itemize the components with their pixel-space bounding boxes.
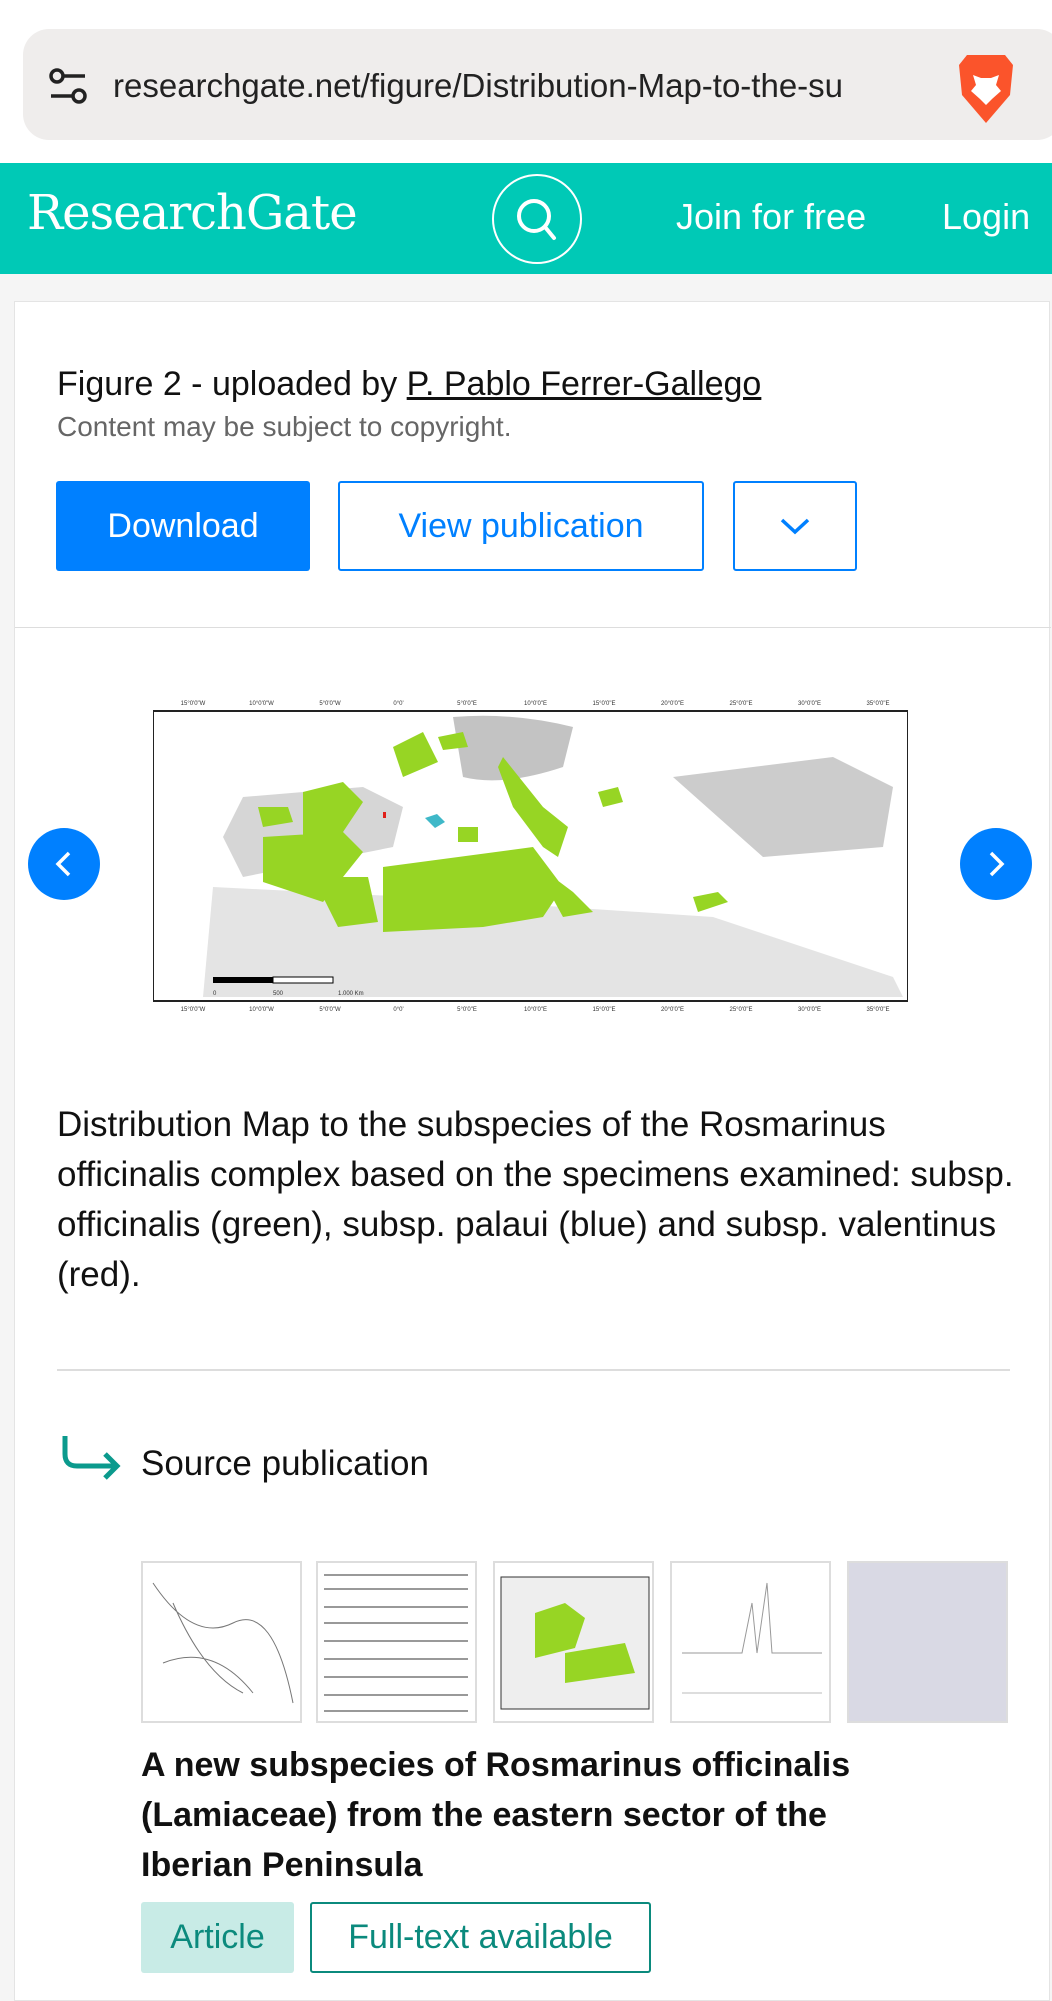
researchgate-logo[interactable]: ResearchGate — [27, 185, 358, 241]
longitude-label: 20°0'0"E — [661, 701, 684, 707]
publication-thumbnail[interactable] — [847, 1561, 1008, 1723]
browser-chrome: researchgate.net/figure/Distribution-Map… — [0, 0, 1052, 163]
scale-label: 1.000 Km — [338, 991, 364, 997]
join-link[interactable]: Join for free — [676, 196, 866, 238]
figure-label-prefix: Figure 2 - uploaded by — [57, 365, 407, 403]
divider — [15, 627, 1051, 628]
figure-label: Figure 2 - uploaded by P. Pablo Ferrer-G… — [57, 365, 761, 404]
next-figure-button[interactable] — [960, 828, 1032, 900]
longitude-label: 25°0'0"E — [729, 1007, 752, 1013]
longitude-label: 5°0'0"E — [457, 701, 477, 707]
longitude-label: 15°0'0"E — [592, 701, 615, 707]
longitude-label: 15°0'0"W — [181, 701, 206, 707]
longitude-label: 35°0'0"E — [866, 701, 889, 707]
site-header: ResearchGate Join for free Login — [0, 163, 1052, 274]
divider — [57, 1369, 1010, 1371]
longitude-label: 20°0'0"E — [661, 1007, 684, 1013]
copyright-note: Content may be subject to copyright. — [57, 411, 512, 442]
chevron-down-icon — [780, 518, 810, 535]
chevron-right-icon — [989, 851, 1005, 877]
longitude-label: 35°0'0"E — [866, 1007, 889, 1013]
tune-icon[interactable] — [47, 67, 91, 107]
publication-thumbnail[interactable] — [316, 1561, 477, 1723]
distribution-map[interactable]: 15°0'0"W 15°0'0"W 10°0'0"W 10°0'0"W 5°0'0"W 5… — [153, 697, 908, 1014]
search-icon — [517, 199, 556, 240]
longitude-label: 15°0'0"E — [592, 1007, 615, 1013]
longitude-label: 0°0' — [393, 701, 403, 707]
publication-thumbnail[interactable] — [493, 1561, 654, 1723]
figure-caption: Distribution Map to the subspecies of th… — [57, 1105, 1014, 1294]
longitude-label: 10°0'0"E — [524, 1007, 547, 1013]
longitude-label: 5°0'0"E — [457, 1007, 477, 1013]
longitude-label: 10°0'0"E — [524, 701, 547, 707]
article-badge: Article — [141, 1902, 294, 1973]
full-text-badge: Full-text available — [310, 1902, 651, 1973]
source-publication-heading: Source publication — [141, 1444, 429, 1483]
address-bar[interactable]: researchgate.net/figure/Distribution-Map… — [23, 29, 1052, 140]
publication-thumbnail[interactable] — [141, 1561, 302, 1723]
publication-title[interactable]: A new subspecies of Rosmarinus officinal… — [141, 1740, 941, 1890]
brave-lion-icon[interactable] — [955, 51, 1017, 125]
url-text[interactable]: researchgate.net/figure/Distribution-Map… — [113, 67, 933, 105]
uploader-link[interactable]: P. Pablo Ferrer-Gallego — [407, 365, 762, 403]
longitude-label: 10°0'0"W — [249, 701, 274, 707]
longitude-label: 30°0'0"E — [798, 701, 821, 707]
publication-thumbnail[interactable] — [670, 1561, 831, 1723]
longitude-label: 25°0'0"E — [729, 701, 752, 707]
previous-figure-button[interactable] — [28, 828, 100, 900]
more-options-button[interactable] — [733, 481, 857, 571]
figure-card: Figure 2 - uploaded by P. Pablo Ferrer-G… — [14, 301, 1051, 2001]
view-publication-button[interactable]: View publication — [338, 481, 704, 571]
download-button[interactable]: Download — [56, 481, 310, 571]
longitude-label: 5°0'0"W — [319, 701, 341, 707]
longitude-label: 5°0'0"W — [319, 1007, 341, 1013]
longitude-label: 0°0' — [393, 1007, 403, 1013]
scale-label: 500 — [273, 991, 284, 997]
longitude-label: 15°0'0"W — [181, 1007, 206, 1013]
search-button[interactable] — [492, 174, 582, 264]
chevron-left-icon — [55, 851, 71, 877]
longitude-label: 30°0'0"E — [798, 1007, 821, 1013]
login-link[interactable]: Login — [942, 196, 1030, 238]
longitude-label: 10°0'0"W — [249, 1007, 274, 1013]
return-arrow-icon — [62, 1436, 121, 1480]
